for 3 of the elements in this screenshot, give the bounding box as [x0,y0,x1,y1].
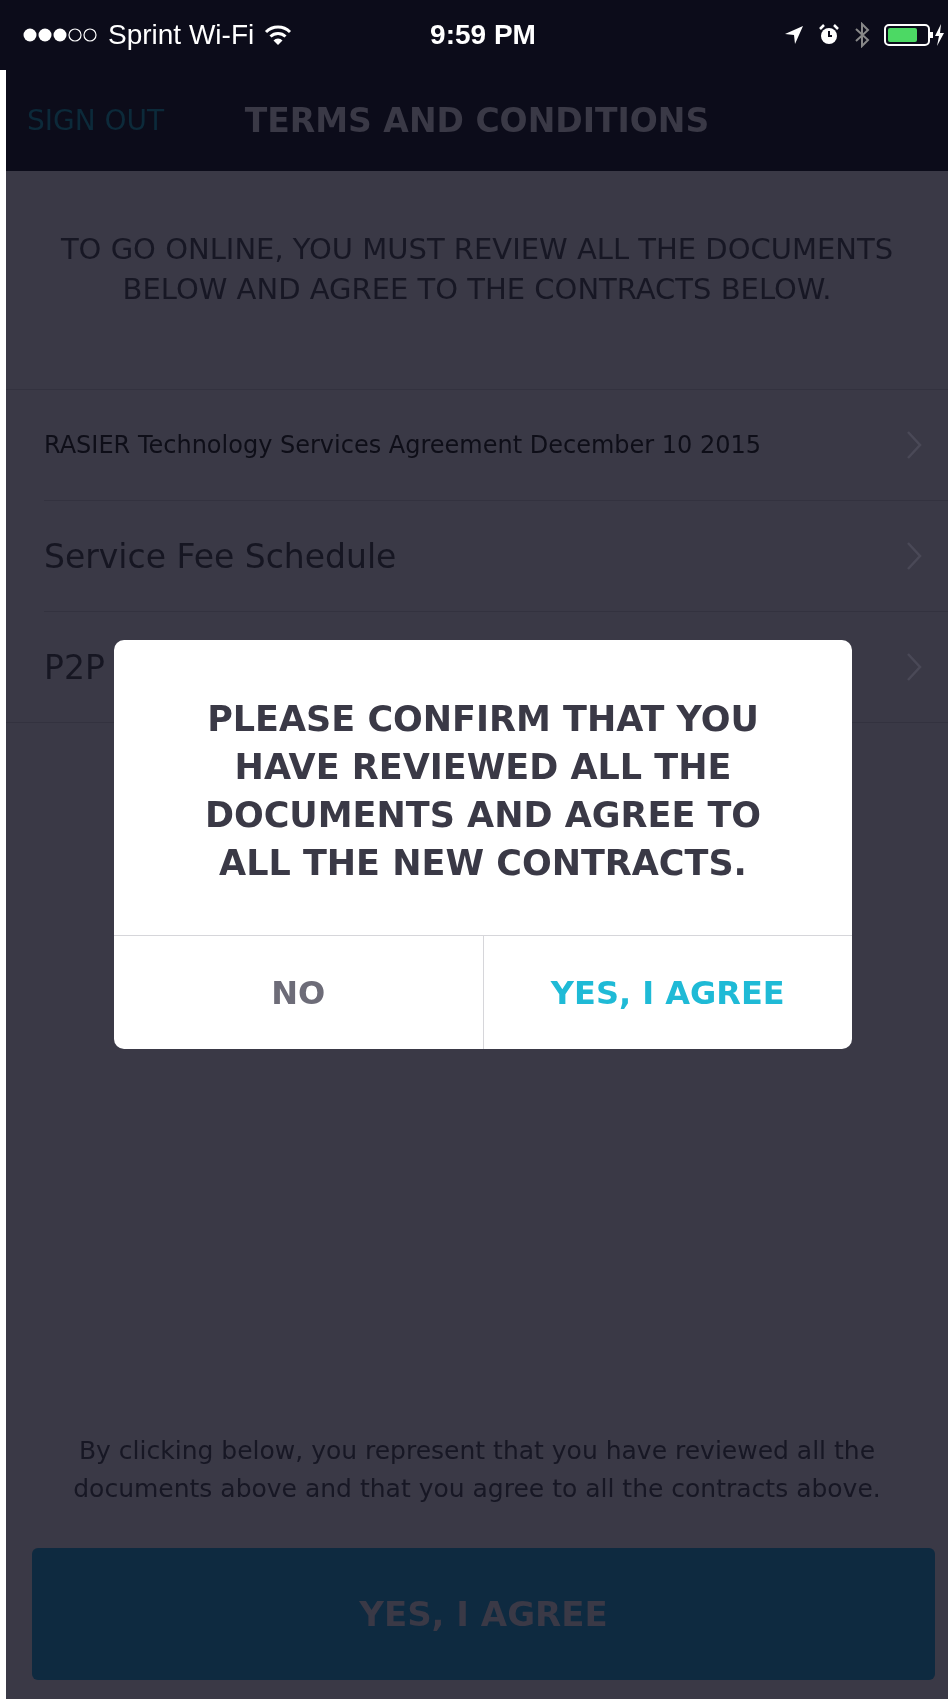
status-time: 9:59 PM [430,19,536,51]
dialog-message: PLEASE CONFIRM THAT YOU HAVE REVIEWED ALL THE DOCUMENTS AND AGREE TO ALL THE NEW CONTRACTS. [203,698,763,885]
carrier-name: Sprint Wi-Fi [108,19,255,51]
